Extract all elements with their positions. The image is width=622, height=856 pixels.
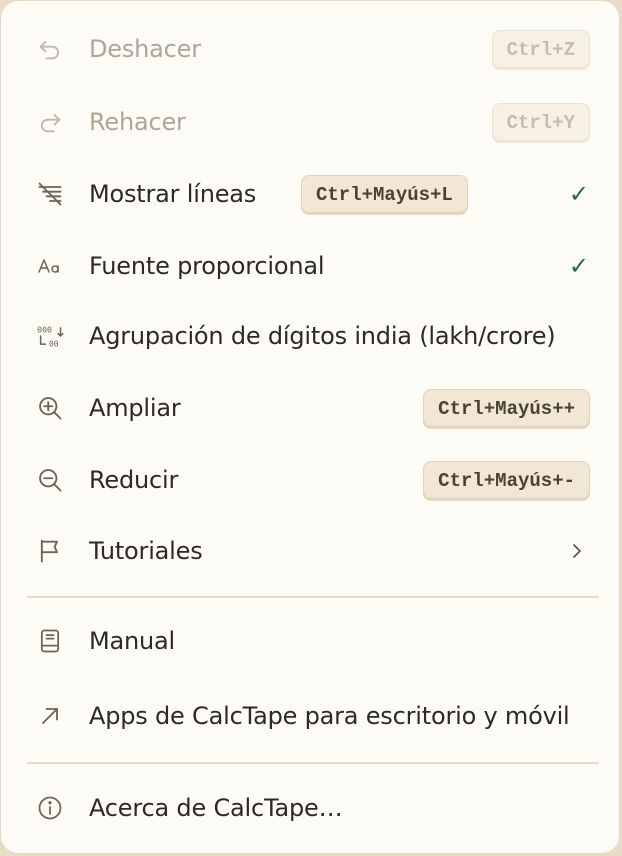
shortcut-badge: Ctrl+Mayús++ xyxy=(423,389,590,427)
menu-item-apps[interactable]: Apps de CalcTape para escritorio y móvil xyxy=(1,686,619,746)
menu-item-label: Mostrar líneas xyxy=(89,180,257,208)
menu-item-label: Acerca de CalcTape… xyxy=(89,794,343,822)
shortcut-badge: Ctrl+Mayús+L xyxy=(301,175,468,213)
shortcut-badge: Ctrl+Y xyxy=(491,103,590,141)
digit-grouping-icon: 000 00 xyxy=(35,321,65,351)
menu-item-label: Manual xyxy=(89,627,176,655)
menu-item-undo[interactable]: Deshacer Ctrl+Z xyxy=(1,19,619,79)
svg-text:00: 00 xyxy=(49,339,59,349)
menu-item-about[interactable]: Acerca de CalcTape… xyxy=(1,778,619,838)
checkmark-icon: ✓ xyxy=(568,252,589,280)
menu-item-manual[interactable]: Manual xyxy=(1,611,619,671)
menu-separator xyxy=(27,596,599,598)
menu-separator xyxy=(27,762,599,764)
info-icon xyxy=(35,793,65,823)
book-icon xyxy=(35,626,65,656)
menu-item-show-lines[interactable]: Mostrar líneas Ctrl+Mayús+L ✓ xyxy=(1,164,619,224)
undo-icon xyxy=(35,34,65,64)
shortcut-badge: Ctrl+Mayús+- xyxy=(423,461,590,499)
external-link-icon xyxy=(35,701,65,731)
shortcut-badge: Ctrl+Z xyxy=(491,30,590,68)
menu-item-label: Agrupación de dígitos india (lakh/crore) xyxy=(89,322,556,350)
menu-item-label: Deshacer xyxy=(89,35,201,63)
menu-item-indian-digit-grouping[interactable]: 000 00 Agrupación de dígitos india (lakh… xyxy=(1,306,619,366)
menu-item-tutorials[interactable]: Tutoriales xyxy=(1,521,619,581)
menu-item-label: Rehacer xyxy=(89,108,186,136)
lines-icon xyxy=(35,179,65,209)
menu-item-label: Apps de CalcTape para escritorio y móvil xyxy=(89,702,570,730)
redo-icon xyxy=(35,107,65,137)
zoom-in-icon xyxy=(35,393,65,423)
checkmark-icon: ✓ xyxy=(568,180,589,208)
menu-item-label: Fuente proporcional xyxy=(89,252,325,280)
menu-item-proportional-font[interactable]: Fuente proporcional ✓ xyxy=(1,236,619,296)
chevron-right-icon xyxy=(569,543,585,559)
menu-item-zoom-in[interactable]: Ampliar Ctrl+Mayús++ xyxy=(1,378,619,438)
menu-item-label: Tutoriales xyxy=(89,537,203,565)
menu-item-label: Reducir xyxy=(89,466,179,494)
svg-text:000: 000 xyxy=(37,325,52,335)
menu-item-zoom-out[interactable]: Reducir Ctrl+Mayús+- xyxy=(1,450,619,510)
zoom-out-icon xyxy=(35,465,65,495)
font-icon xyxy=(35,251,65,281)
menu-item-redo[interactable]: Rehacer Ctrl+Y xyxy=(1,92,619,152)
menu-item-label: Ampliar xyxy=(89,394,181,422)
flag-icon xyxy=(35,536,65,566)
context-menu: Deshacer Ctrl+Z Rehacer Ctrl+Y Mostrar l… xyxy=(0,0,620,854)
